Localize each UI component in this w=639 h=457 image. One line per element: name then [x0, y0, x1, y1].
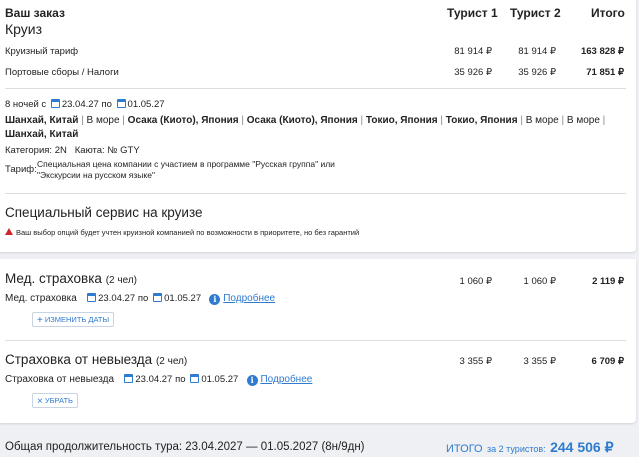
row-t1: 35 926 ₽ [454, 67, 492, 78]
nights-text: 8 ночей с [5, 99, 47, 110]
route-separator: | [517, 115, 526, 126]
med-by: по [137, 293, 149, 304]
med-persons: (2 чел) [105, 275, 137, 286]
divider [5, 340, 626, 341]
route-stop: Шанхай, Китай [5, 115, 79, 126]
plus-icon: + [37, 315, 43, 326]
med-date-from: 23.04.27 [98, 293, 136, 304]
cancel-t2: 3 355 ₽ [523, 356, 556, 367]
route-separator: | [558, 115, 567, 126]
row-label: Портовые сборы / Налоги [5, 67, 119, 78]
info-icon: i [209, 294, 221, 305]
med-total: 2 119 ₽ [592, 276, 624, 287]
order-title: Ваш заказ [5, 6, 65, 20]
route-stop: В море [566, 115, 600, 126]
divider [5, 193, 626, 194]
route-stop: Токио, Япония [445, 115, 518, 126]
cancel-date-to: 01.05.27 [201, 374, 239, 385]
calendar-icon [124, 374, 134, 383]
route-separator: | [238, 115, 247, 126]
med-title: Мед. страховка (2 чел) [5, 271, 137, 286]
remove-button[interactable]: × УБРАТЬ [32, 393, 78, 408]
change-dates-label: ИЗМЕНИТЬ ДАТЫ [44, 315, 110, 324]
route-separator: | [357, 115, 366, 126]
med-title-text: Мед. страховка [5, 271, 102, 286]
cancel-by: по [175, 374, 186, 385]
total-value: 244 506 ₽ [550, 439, 614, 455]
cancel-title-text: Страховка от невыезда [5, 352, 153, 367]
date-to: 01.05.27 [127, 99, 165, 110]
med-t1: 1 060 ₽ [459, 276, 492, 287]
route-stop: В море [86, 115, 120, 126]
warning-icon [5, 228, 13, 235]
calendar-icon [87, 293, 97, 302]
calendar-icon [116, 99, 126, 108]
row-t2: 81 914 ₽ [518, 46, 556, 57]
calendar-icon [153, 293, 163, 302]
itinerary-dates: 8 ночей с 23.04.27 по 01.05.27 [5, 99, 165, 110]
total-for: за 2 туристов: [487, 444, 546, 454]
tariff-text: Специальная цена компании с участием в п… [37, 159, 335, 181]
route-stop: В море [525, 115, 559, 126]
route-separator: | [119, 115, 128, 126]
tour-duration: Общая продолжительность тура: 23.04.2027… [5, 441, 365, 453]
tariff-label: Тариф: [5, 164, 37, 175]
category: Категория: 2N [5, 145, 67, 156]
route-separator: | [437, 115, 446, 126]
row-label: Круизный тариф [5, 46, 79, 57]
route-separator: | [78, 115, 87, 126]
special-note: Ваш выбор опций будет учтен круизной ком… [5, 228, 359, 237]
calendar-icon [190, 374, 200, 383]
col-tourist2: Турист 2 [510, 6, 561, 20]
date-from: 23.04.27 [61, 99, 99, 110]
info-icon: i [246, 375, 258, 386]
insurance-card: Мед. страховка (2 чел) 1 060 ₽ 1 060 ₽ 2… [0, 259, 636, 423]
cancel-total: 6 709 ₽ [591, 356, 624, 367]
section-title: Круиз [5, 21, 43, 37]
total-label: ИТОГО [446, 443, 483, 455]
cabin: Каюта: № GTY [74, 145, 140, 156]
cancel-persons: (2 чел) [155, 356, 188, 367]
special-title: Специальный сервис на круизе [5, 205, 203, 220]
grand-total: ИТОГО за 2 туристов: 244 506 ₽ [446, 439, 614, 457]
tariff-line: Специальная цена компании с участием в п… [37, 159, 335, 169]
med-date-to: 01.05.27 [164, 293, 202, 304]
change-dates-button[interactable]: + ИЗМЕНИТЬ ДАТЫ [32, 312, 115, 327]
row-total: 163 828 ₽ [580, 46, 624, 57]
med-t2: 1 060 ₽ [523, 276, 556, 287]
route-stop: Шанхай, Китай [5, 129, 79, 140]
med-sub: Мед. страховка 23.04.27 по 01.05.27 i По… [5, 293, 275, 305]
route-stop: Осака (Киото), Япония [127, 115, 239, 126]
cancel-sub: Страховка от невыезда 23.04.27 по 01.05.… [5, 374, 312, 386]
remove-label: УБРАТЬ [44, 396, 73, 405]
special-note-text: Ваш выбор опций будет учтен круизной ком… [16, 228, 360, 237]
cancel-title: Страховка от невыезда (2 чел) [5, 352, 187, 367]
route-separator: | [599, 115, 606, 126]
cancel-t1: 3 355 ₽ [459, 356, 492, 367]
cruise-card: Ваш заказ Турист 1 Турист 2 Итого Круиз … [0, 0, 636, 252]
calendar-icon [50, 99, 60, 108]
close-icon: × [37, 396, 43, 407]
cabin-info: Категория: 2N Каюта: № GTY [5, 145, 140, 156]
row-total: 71 851 ₽ [586, 67, 624, 78]
cancel-sub-label: Страховка от невыезда [5, 374, 115, 385]
med-sub-label: Мед. страховка [5, 293, 77, 304]
route-stop: Токио, Япония [365, 115, 438, 126]
route: Шанхай, Китай | В море | Осака (Киото), … [5, 114, 625, 142]
divider [5, 88, 626, 89]
row-t1: 81 914 ₽ [454, 46, 492, 57]
tariff-line: "Экскурсии на русском языке" [37, 170, 155, 180]
footer: Общая продолжительность тура: 23.04.2027… [0, 431, 636, 457]
col-tourist1: Турист 1 [447, 6, 498, 20]
cancel-more-link[interactable]: Подробнее [260, 374, 312, 385]
row-t2: 35 926 ₽ [518, 67, 556, 78]
col-total: Итого [591, 6, 625, 20]
cancel-date-from: 23.04.27 [135, 374, 173, 385]
med-more-link[interactable]: Подробнее [223, 293, 275, 304]
route-stop: Осака (Киото), Япония [246, 115, 358, 126]
by-text: по [101, 99, 112, 110]
